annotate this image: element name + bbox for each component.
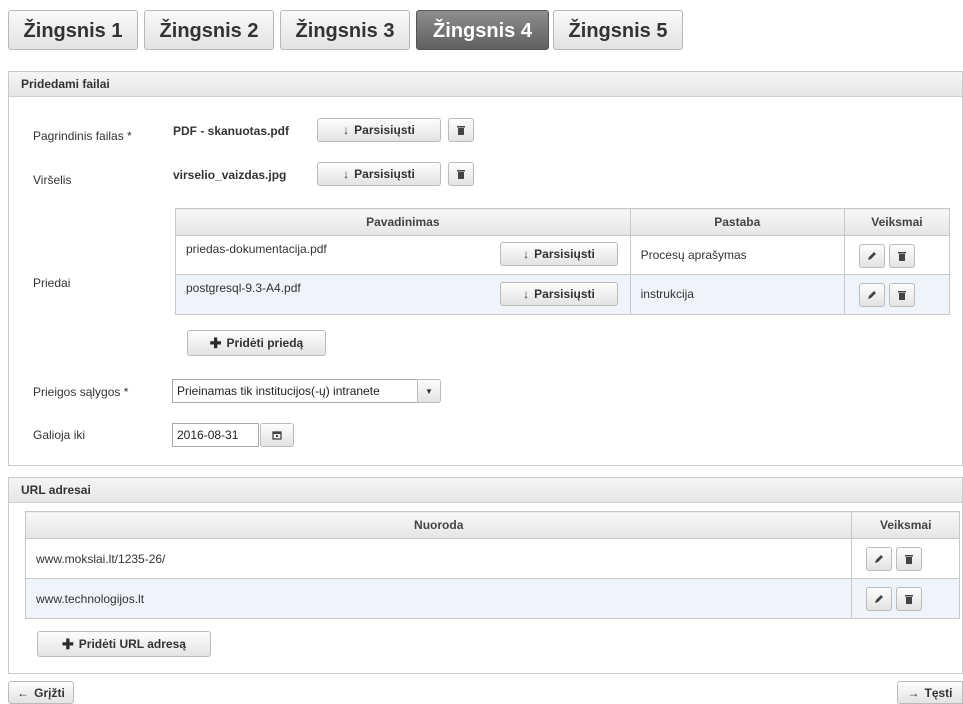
- column-name: Pavadinimas: [175, 208, 631, 236]
- download-label: Parsisiųsti: [354, 123, 415, 137]
- access-label: Prieigos sąlygos *: [33, 385, 129, 399]
- tab-step-3[interactable]: Žingsnis 3: [280, 10, 410, 50]
- table-header-row: Nuoroda Veiksmai: [24, 511, 960, 539]
- pencil-icon: [867, 252, 876, 260]
- edit-button[interactable]: [858, 283, 885, 307]
- attachment-note: instrukcija: [640, 287, 694, 301]
- delete-button[interactable]: [896, 547, 923, 571]
- trash-icon: [897, 291, 906, 300]
- table-row: www.mokslai.lt/1235-26/: [24, 538, 960, 579]
- column-link: Nuoroda: [24, 511, 853, 539]
- table-row: postgresql-9.3-A4.pdf ↓ Parsisiųsti instr…: [175, 274, 951, 315]
- attachment-name: postgresql-9.3-A4.pdf: [186, 281, 301, 295]
- url-table: Nuoroda Veiksmai www.mokslai.lt/1235-26/…: [24, 511, 960, 619]
- url-panel-title: URL adresai: [9, 478, 962, 503]
- access-select[interactable]: Prieinamas tik institucijos(-ų) intranet…: [172, 379, 418, 403]
- trash-icon: [897, 252, 906, 261]
- pencil-icon: [875, 595, 884, 603]
- back-label: Grįžti: [34, 685, 65, 700]
- cover-delete-button[interactable]: [448, 162, 474, 186]
- pencil-icon: [875, 555, 884, 563]
- attachment-note-cell: Procesų aprašymas: [629, 235, 845, 275]
- trash-icon: [457, 126, 465, 135]
- access-dropdown-toggle[interactable]: ▼: [417, 379, 441, 403]
- attachment-name-cell: priedas-dokumentacija.pdf ↓ Parsisiųsti: [175, 235, 631, 275]
- main-file-label: Pagrindinis failas *: [33, 129, 132, 143]
- valid-until-input[interactable]: 2016-08-31: [172, 423, 259, 447]
- trash-icon: [905, 555, 914, 564]
- attachments-table: Pavadinimas Pastaba Veiksmai priedas-dok…: [175, 208, 951, 315]
- arrow-down-icon: ↓: [523, 287, 530, 301]
- attachment-note-cell: instrukcija: [629, 274, 845, 315]
- table-row: www.technologijos.lt: [24, 578, 960, 619]
- url-cell: www.technologijos.lt: [24, 578, 853, 619]
- add-url-label: Pridėti URL adresą: [78, 637, 186, 651]
- main-file-name: PDF - skanuotas.pdf: [173, 124, 290, 138]
- delete-button[interactable]: [888, 283, 915, 307]
- attachment-actions-cell: [843, 235, 951, 275]
- edit-button[interactable]: [866, 547, 893, 571]
- column-actions: Veiksmai: [843, 208, 951, 236]
- files-panel: Pridedami failai Pagrindinis failas * PD…: [8, 71, 963, 466]
- cover-file-name: virselio_vaizdas.jpg: [173, 168, 287, 182]
- download-label: Parsisiųsti: [534, 247, 595, 261]
- files-panel-title: Pridedami failai: [9, 72, 962, 97]
- attachment-name: priedas-dokumentacija.pdf: [186, 242, 327, 256]
- attachment-actions-cell: [843, 274, 951, 315]
- back-button[interactable]: ← Grįžti: [8, 681, 74, 704]
- url-actions-cell: [851, 578, 960, 619]
- add-url-button[interactable]: ✚ Pridėti URL adresą: [37, 631, 211, 657]
- trash-icon: [905, 595, 914, 604]
- access-select-value: Prieinamas tik institucijos(-ų) intranet…: [177, 384, 380, 398]
- url-panel: URL adresai Nuoroda Veiksmai www.mokslai…: [8, 477, 963, 674]
- attachment-download-button[interactable]: ↓ Parsisiųsti: [500, 282, 618, 306]
- calendar-icon: [272, 431, 282, 440]
- tab-step-2[interactable]: Žingsnis 2: [144, 10, 274, 50]
- main-file-delete-button[interactable]: [448, 118, 474, 142]
- arrow-down-icon: ↓: [343, 123, 350, 137]
- attachment-note: Procesų aprašymas: [640, 248, 747, 262]
- pencil-icon: [867, 291, 876, 299]
- add-attachment-label: Pridėti priedą: [226, 336, 304, 350]
- url-cell: www.mokslai.lt/1235-26/: [24, 538, 853, 579]
- column-note: Pastaba: [629, 208, 845, 236]
- arrow-down-icon: ↓: [343, 167, 350, 181]
- url-text: www.mokslai.lt/1235-26/: [36, 552, 166, 566]
- column-actions: Veiksmai: [851, 511, 960, 539]
- trash-icon: [457, 170, 465, 179]
- table-header-row: Pavadinimas Pastaba Veiksmai: [175, 208, 951, 236]
- url-actions-cell: [851, 538, 960, 579]
- delete-button[interactable]: [888, 244, 915, 268]
- calendar-button[interactable]: [260, 423, 294, 447]
- next-label: Tęsti: [924, 685, 953, 700]
- plus-icon: ✚: [209, 334, 222, 351]
- delete-button[interactable]: [896, 587, 923, 611]
- arrow-left-icon: ←: [17, 685, 30, 700]
- table-row: priedas-dokumentacija.pdf ↓ Parsisiųsti P…: [175, 235, 951, 275]
- attachments-label: Priedai: [33, 276, 71, 290]
- cover-label: Viršelis: [33, 173, 72, 187]
- next-button[interactable]: → Tęsti: [897, 681, 963, 704]
- main-file-download-button[interactable]: ↓ Parsisiųsti: [317, 118, 441, 142]
- arrow-right-icon: →: [907, 685, 920, 700]
- add-attachment-button[interactable]: ✚ Pridėti priedą: [187, 330, 326, 356]
- caret-down-icon: ▼: [425, 386, 433, 396]
- attachment-download-button[interactable]: ↓ Parsisiųsti: [500, 242, 618, 266]
- tab-step-4[interactable]: Žingsnis 4: [416, 10, 549, 50]
- tab-step-5[interactable]: Žingsnis 5: [553, 10, 683, 50]
- valid-until-value: 2016-08-31: [177, 428, 239, 442]
- arrow-down-icon: ↓: [523, 247, 530, 261]
- valid-until-label: Galioja iki: [33, 428, 86, 442]
- edit-button[interactable]: [866, 587, 893, 611]
- url-text: www.technologijos.lt: [36, 592, 145, 606]
- tab-step-1[interactable]: Žingsnis 1: [8, 10, 138, 50]
- download-label: Parsisiųsti: [534, 287, 595, 301]
- plus-icon: ✚: [62, 635, 74, 652]
- cover-download-button[interactable]: ↓ Parsisiųsti: [317, 162, 441, 186]
- edit-button[interactable]: [858, 244, 885, 268]
- attachment-name-cell: postgresql-9.3-A4.pdf ↓ Parsisiųsti: [175, 274, 631, 315]
- download-label: Parsisiųsti: [354, 167, 415, 181]
